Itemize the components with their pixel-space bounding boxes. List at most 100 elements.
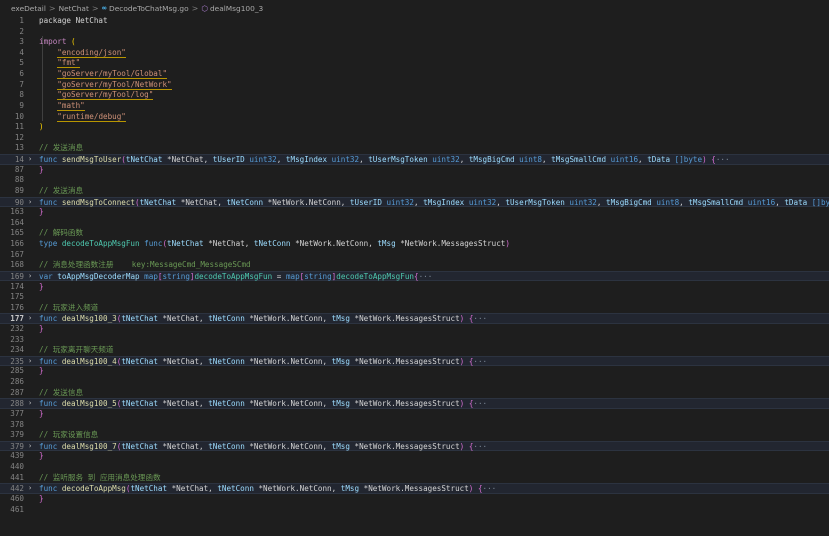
- code-line[interactable]: 11): [0, 122, 829, 133]
- code-token: tNetConn: [253, 239, 296, 249]
- code-token: decodeToAppMsgFun: [61, 239, 145, 249]
- code-line[interactable]: 379 › func dealMsg100_7(tNetChat *NetChat,…: [0, 440, 829, 452]
- code-token: ,: [542, 155, 552, 165]
- code-text: func dealMsg100_4(tNetChat *NetChat, tNe…: [39, 357, 487, 366]
- code-line[interactable]: 440: [0, 462, 829, 473]
- code-token: string: [304, 271, 332, 281]
- code-line[interactable]: 377}: [0, 409, 829, 420]
- code-text: var toAppMsgDecoderMap map[string]decode…: [39, 272, 432, 281]
- code-token: tMsgSmallCmd: [688, 197, 748, 207]
- code-line[interactable]: 232}: [0, 324, 829, 335]
- code-line[interactable]: 7 "goServer/myTool/NetWork": [0, 79, 829, 91]
- fold-chevron-icon[interactable]: ›: [28, 314, 36, 323]
- fold-chevron-icon[interactable]: ›: [28, 484, 36, 493]
- code-line[interactable]: 4 "encoding/json": [0, 47, 829, 59]
- folded-ellipsis-icon[interactable]: ···: [473, 314, 487, 323]
- code-line[interactable]: 12: [0, 133, 829, 144]
- line-number: 9: [19, 100, 24, 110]
- fold-chevron-icon[interactable]: ›: [28, 155, 36, 164]
- code-token: tMsg: [340, 484, 364, 494]
- code-token: // 发送消息: [39, 185, 84, 195]
- code-line[interactable]: 174}: [0, 282, 829, 293]
- code-text: // 解码函数: [39, 228, 83, 239]
- breadcrumb-item-symbol[interactable]: ⬡ dealMsg100_3: [201, 4, 263, 13]
- code-line[interactable]: 288 › func dealMsg100_5(tNetChat *NetChat,…: [0, 398, 829, 409]
- code-line[interactable]: 175: [0, 292, 829, 303]
- code-line[interactable]: 168 // 消息处理函数注册 key:MessageCmd_MessageSCm…: [0, 260, 829, 271]
- fold-chevron-icon[interactable]: ›: [28, 198, 36, 207]
- code-text: }: [39, 324, 44, 335]
- code-line[interactable]: 442 › func decodeToAppMsg(tNetChat *NetCha…: [0, 483, 829, 494]
- code-line[interactable]: 89 // 发送消息: [0, 186, 829, 197]
- folded-ellipsis-icon[interactable]: ···: [716, 155, 730, 164]
- code-line[interactable]: 164: [0, 218, 829, 229]
- code-line[interactable]: 166 type decodeToAppMsgFun func(tNetChat …: [0, 239, 829, 250]
- code-line[interactable]: 287 // 发送信息: [0, 388, 829, 399]
- code-line[interactable]: 167: [0, 250, 829, 261]
- code-token: tMsg: [377, 239, 401, 249]
- code-token: decodeToAppMsg: [61, 484, 126, 494]
- code-line[interactable]: 165 // 解码函数: [0, 228, 829, 239]
- code-token: }: [39, 408, 44, 418]
- line-number: 175: [10, 292, 24, 302]
- code-line[interactable]: 3 import (: [0, 37, 829, 48]
- code-line[interactable]: 235 › func dealMsg100_4(tNetChat *NetChat,…: [0, 355, 829, 367]
- line-number: 87: [14, 164, 24, 174]
- line-number: 11: [14, 122, 24, 132]
- code-text: }: [39, 165, 44, 176]
- code-editor[interactable]: 1 package NetChat 2 3 import (4 "encoding/js…: [0, 16, 829, 536]
- code-line[interactable]: 461: [0, 505, 829, 516]
- code-line[interactable]: 176 // 玩家进入频道: [0, 303, 829, 314]
- code-token: func: [39, 484, 62, 494]
- code-line[interactable]: 1 package NetChat: [0, 16, 829, 27]
- fold-chevron-icon[interactable]: ›: [28, 357, 36, 366]
- code-line[interactable]: 88: [0, 175, 829, 186]
- code-line[interactable]: 439}: [0, 451, 829, 462]
- code-token: *NetWork.MessagesStruct: [354, 314, 460, 324]
- line-number: 5: [19, 58, 24, 68]
- breadcrumb-item-folder-netchat[interactable]: NetChat: [59, 4, 89, 13]
- fold-chevron-icon[interactable]: ›: [28, 399, 36, 408]
- code-line[interactable]: 87}: [0, 165, 829, 176]
- code-line[interactable]: 8 "goServer/myTool/log": [0, 90, 829, 101]
- code-line[interactable]: 6 "goServer/myTool/Global": [0, 69, 829, 80]
- folded-ellipsis-icon[interactable]: ···: [473, 399, 487, 408]
- code-line[interactable]: 2: [0, 27, 829, 38]
- code-token: "goServer/myTool/NetWork": [57, 79, 172, 90]
- folded-ellipsis-icon[interactable]: ···: [473, 357, 487, 366]
- code-token: ,: [359, 155, 369, 165]
- code-line[interactable]: 169 › var toAppMsgDecoderMap map[string]de…: [0, 270, 829, 282]
- folded-ellipsis-icon[interactable]: ···: [419, 272, 433, 281]
- code-line[interactable]: 234 // 玩家离开聊天频道: [0, 345, 829, 356]
- code-line[interactable]: 9 "math": [0, 100, 829, 112]
- fold-chevron-icon[interactable]: ›: [28, 272, 36, 281]
- code-line[interactable]: 10 "runtime/debug": [0, 111, 829, 123]
- code-line[interactable]: 13 // 发送消息: [0, 143, 829, 154]
- code-line[interactable]: 163}: [0, 207, 829, 218]
- code-line[interactable]: 286: [0, 377, 829, 388]
- code-line[interactable]: 233: [0, 335, 829, 346]
- code-line[interactable]: 441 // 监听服务 到 应用消息处理函数: [0, 473, 829, 484]
- code-line[interactable]: 14 › func sendMsgToUser(tNetChat *NetChat,…: [0, 154, 829, 165]
- code-token: byte: [683, 155, 703, 165]
- code-token: ,: [679, 197, 689, 207]
- breadcrumb-item-file[interactable]: ∞ DecodeToChatMsg.go: [102, 4, 189, 13]
- code-line[interactable]: 285}: [0, 366, 829, 377]
- folded-ellipsis-icon[interactable]: ···: [483, 484, 497, 493]
- code-line[interactable]: 177 › func dealMsg100_3(tNetChat *NetChat,…: [0, 313, 829, 324]
- line-number: 166: [10, 239, 24, 249]
- breadcrumb-item-folder-exedetail[interactable]: exeDetail: [11, 4, 46, 13]
- code-line[interactable]: 379 // 玩家设置信息: [0, 430, 829, 441]
- code-token: tMsgBigCmd: [468, 155, 520, 165]
- code-line[interactable]: 5 "fmt": [0, 58, 829, 69]
- code-line[interactable]: 460}: [0, 494, 829, 505]
- code-token: (: [71, 37, 76, 47]
- code-line[interactable]: 90 › func sendMsgToConnect(tNetChat *NetCh…: [0, 196, 829, 208]
- code-line[interactable]: 378: [0, 420, 829, 431]
- fold-chevron-icon[interactable]: ›: [28, 442, 36, 451]
- code-token: // 玩家离开聊天频道: [39, 345, 114, 355]
- code-token: tMsg: [331, 399, 355, 409]
- folded-ellipsis-icon[interactable]: ···: [473, 442, 487, 451]
